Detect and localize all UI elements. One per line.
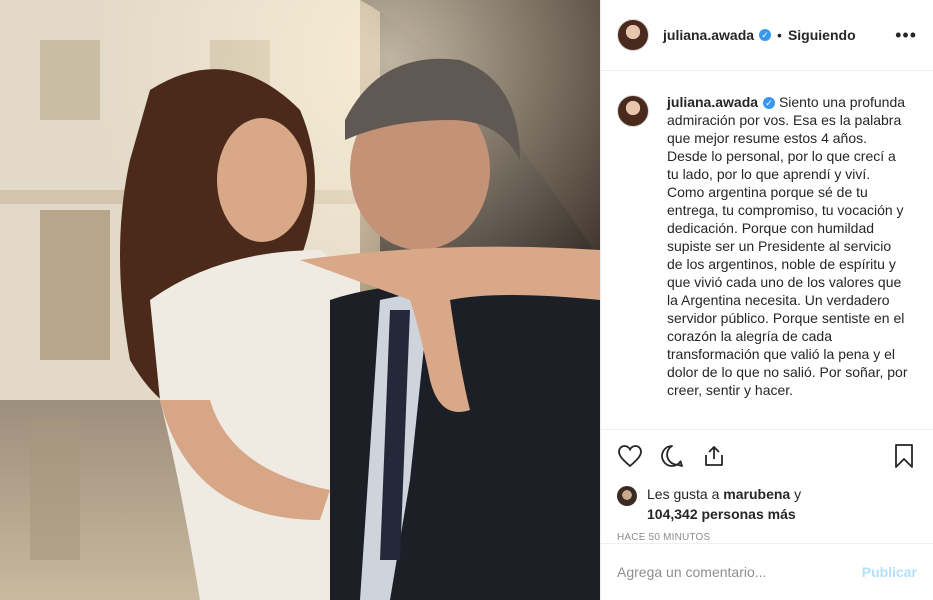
likes-count[interactable]: 104,342 personas más xyxy=(647,506,796,522)
verified-badge-icon: ✓ xyxy=(759,29,772,41)
caption-author-avatar[interactable] xyxy=(617,95,649,127)
likes-prefix: Les gusta a xyxy=(647,486,720,502)
heart-icon xyxy=(618,445,642,467)
action-bar xyxy=(601,429,933,482)
liker-username[interactable]: marubena xyxy=(723,486,790,502)
header-separator: • xyxy=(777,27,782,43)
caption-verified-badge-icon: ✓ xyxy=(763,97,776,110)
post-timestamp[interactable]: HACE 50 MINUTOS xyxy=(601,532,933,543)
post-photo[interactable] xyxy=(0,0,600,600)
publish-button[interactable]: Publicar xyxy=(862,564,917,580)
comment-button[interactable] xyxy=(659,443,685,469)
caption-text: Siento una profunda admiración por vos. … xyxy=(667,94,908,398)
share-icon xyxy=(705,446,723,466)
liker-avatar[interactable] xyxy=(617,486,637,506)
post-sidebar: juliana.awada ✓ • Siguiendo ••• juliana.… xyxy=(600,0,933,600)
likes-conjunction: y xyxy=(794,486,802,502)
share-button[interactable] xyxy=(701,443,727,469)
comment-icon xyxy=(661,445,683,467)
bookmark-icon xyxy=(895,444,913,468)
author-avatar[interactable] xyxy=(617,19,649,51)
save-button[interactable] xyxy=(891,443,917,469)
comment-input[interactable] xyxy=(617,564,862,580)
comment-form: Publicar xyxy=(601,543,933,600)
caption-section: juliana.awada ✓ Siento una profunda admir… xyxy=(601,71,933,429)
caption: juliana.awada ✓ Siento una profunda admir… xyxy=(667,93,909,429)
caption-author-username[interactable]: juliana.awada xyxy=(667,94,758,110)
likes-summary: Les gusta a marubena y 104,342 personas … xyxy=(601,484,933,524)
likes-text: Les gusta a marubena y 104,342 personas … xyxy=(647,484,801,524)
like-button[interactable] xyxy=(617,443,643,469)
following-button[interactable]: Siguiendo xyxy=(788,27,856,43)
instagram-post: juliana.awada ✓ • Siguiendo ••• juliana.… xyxy=(0,0,933,600)
author-username[interactable]: juliana.awada xyxy=(663,27,754,43)
post-photo-illustration xyxy=(0,0,600,600)
post-header: juliana.awada ✓ • Siguiendo ••• xyxy=(601,0,933,71)
more-options-icon[interactable]: ••• xyxy=(895,26,917,44)
